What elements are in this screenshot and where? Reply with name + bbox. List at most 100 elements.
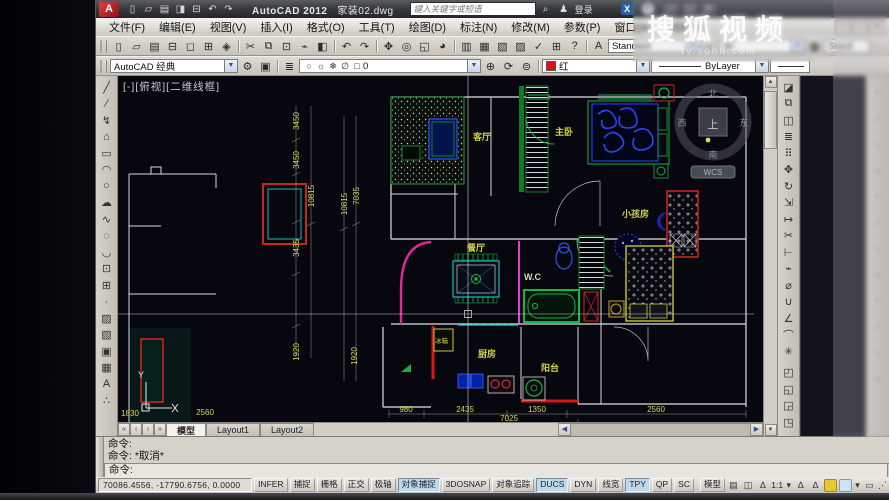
copy-clip-icon[interactable]: ⧉ (260, 39, 277, 54)
trim-icon[interactable]: ✂ (780, 228, 797, 245)
arc-icon[interactable]: ◠ (98, 162, 115, 179)
exchange-apps-icon[interactable]: X (621, 3, 634, 15)
docked-toolbar-icon[interactable]: ▫ (869, 80, 886, 106)
command-input[interactable]: 命令: (104, 464, 888, 478)
tab-layout1[interactable]: Layout1 (206, 423, 260, 436)
dim-style-combo[interactable]: 30 ▼ (719, 39, 805, 53)
ellipse-icon[interactable]: ◌ (98, 228, 115, 245)
pan-icon[interactable]: ✥ (380, 39, 397, 54)
mirror-icon[interactable]: ◫ (780, 112, 797, 129)
fillet-icon[interactable]: ⌒ (780, 327, 797, 344)
horizontal-scrollbar[interactable]: ◀ ▶ (558, 423, 763, 436)
toggle-polar[interactable]: 极轴 (371, 478, 396, 492)
chevron-down-icon[interactable]: ▼ (224, 60, 237, 72)
drawing-canvas[interactable]: [-][俯视][二维线框] (118, 76, 763, 422)
menu-modify[interactable]: 修改(M) (504, 19, 557, 35)
explode-icon[interactable]: ✳ (780, 343, 797, 360)
linetype-combo[interactable]: ByLayer ▼ (651, 59, 769, 73)
docked-toolbar-icon[interactable]: ▫ (869, 288, 886, 314)
plot-icon[interactable]: ⊟ (189, 2, 204, 16)
scrollbar-track[interactable] (571, 423, 750, 436)
menu-edit[interactable]: 编辑(E) (152, 19, 203, 35)
vertical-scrollbar[interactable]: ▲ ▼ (763, 76, 777, 436)
tab-prev-icon[interactable]: ‹ (130, 423, 142, 436)
gradient-icon[interactable]: ▧ (98, 327, 115, 344)
layer-combo[interactable]: ○ ☼ ❄ ∅ □ 0 ▼ (299, 59, 481, 73)
search-input[interactable] (410, 2, 536, 16)
make-layer-current-icon[interactable]: ⊕ (482, 59, 499, 74)
draworder-under-icon[interactable]: ◳ (780, 414, 797, 431)
tab-next-icon[interactable]: › (142, 423, 154, 436)
toggle-osnap[interactable]: 对象捕捉 (398, 478, 440, 492)
doc-restore-button[interactable]: □ (852, 20, 868, 34)
zoom-window-icon[interactable]: ◱ (416, 39, 433, 54)
open-file-icon[interactable]: ▱ (128, 39, 145, 54)
sheetset-icon[interactable]: ▨ (512, 39, 529, 54)
tab-first-icon[interactable]: « (118, 423, 130, 436)
menu-help[interactable]: 帮助(H) (661, 19, 712, 35)
help-icon[interactable]: ? (566, 39, 583, 54)
make-block-icon[interactable]: ⊞ (98, 277, 115, 294)
workspace-combo[interactable]: AutoCAD 经典 ▼ (110, 59, 238, 73)
doc-close-button[interactable]: ✕ (869, 20, 885, 34)
docked-toolbar-icon[interactable]: ▫ (869, 366, 886, 392)
command-window-grip[interactable] (96, 437, 104, 477)
multiline-text-icon[interactable]: A (98, 376, 115, 393)
layer-unlock-icon[interactable]: ∅ (339, 59, 351, 74)
layer-manager-icon[interactable]: ≣ (281, 59, 298, 74)
user-icon[interactable]: ♟ (556, 2, 572, 16)
clean-screen-icon[interactable]: ▭ (863, 479, 876, 491)
quick-view-drawings-icon[interactable]: ◫ (742, 479, 755, 491)
menu-parametric[interactable]: 参数(P) (557, 19, 608, 35)
cut-icon[interactable]: ✂ (242, 39, 259, 54)
docked-toolbar-icon[interactable]: ▫ (869, 210, 886, 236)
menu-dimension[interactable]: 标注(N) (453, 19, 504, 35)
stretch-icon[interactable]: ↦ (780, 211, 797, 228)
array-icon[interactable]: ⠿ (780, 145, 797, 162)
chevron-down-icon[interactable]: ▼ (791, 40, 804, 52)
plot-icon[interactable]: ⊟ (164, 39, 181, 54)
offset-icon[interactable]: ≣ (780, 129, 797, 146)
docked-toolbar-icon[interactable]: ▫ (869, 184, 886, 210)
annotation-scale-value[interactable]: 1:1 (771, 480, 783, 490)
redo-icon[interactable]: ↷ (221, 2, 236, 16)
annotation-visibility-icon[interactable]: ∆ (794, 479, 807, 491)
scrollbar-thumb[interactable] (764, 91, 777, 149)
new-file-icon[interactable]: ▯ (125, 2, 140, 16)
markup-icon[interactable]: ✓ (530, 39, 547, 54)
plot-preview-icon[interactable]: ◻ (182, 39, 199, 54)
polyline-icon[interactable]: ↯ (98, 112, 115, 129)
menu-draw[interactable]: 绘图(D) (402, 19, 453, 35)
menu-file[interactable]: 文件(F) (102, 19, 152, 35)
chevron-down-icon[interactable]: ▼ (636, 60, 649, 72)
maximize-button[interactable]: □ (681, 2, 699, 17)
menu-format[interactable]: 格式(O) (300, 19, 352, 35)
line-icon[interactable]: ╱ (98, 79, 115, 96)
toggle-3dosnap[interactable]: 3DOSNAP (442, 478, 491, 492)
tool-palettes-icon[interactable]: ▧ (494, 39, 511, 54)
menu-tools[interactable]: 工具(T) (352, 19, 402, 35)
scroll-left-icon[interactable]: ◀ (558, 423, 571, 436)
designcenter-icon[interactable]: ▦ (476, 39, 493, 54)
region-icon[interactable]: ▣ (98, 343, 115, 360)
construction-line-icon[interactable]: ⁄ (98, 96, 115, 113)
ellipse-arc-icon[interactable]: ◡ (98, 244, 115, 261)
layer-on-icon[interactable]: ○ (303, 59, 315, 74)
docked-toolbar-icon[interactable]: ▫ (869, 340, 886, 366)
layer-freeze-icon[interactable]: ❄ (327, 59, 339, 74)
match-properties-icon[interactable]: ⌁ (296, 39, 313, 54)
docked-toolbar-icon[interactable]: ▫ (869, 106, 886, 132)
menu-insert[interactable]: 插入(I) (253, 19, 299, 35)
rectangle-icon[interactable]: ▭ (98, 145, 115, 162)
table-style-icon[interactable]: ▦ (806, 39, 823, 54)
menu-view[interactable]: 视图(V) (203, 19, 254, 35)
polygon-icon[interactable]: ⌂ (98, 129, 115, 146)
close-button[interactable]: ✕ (700, 2, 718, 17)
properties-icon[interactable]: ▥ (458, 39, 475, 54)
tab-model[interactable]: 模型 (166, 423, 206, 436)
toggle-transparency[interactable]: TPY (625, 478, 650, 492)
scroll-up-icon[interactable]: ▲ (765, 76, 777, 88)
chamfer-icon[interactable]: ∠ (780, 310, 797, 327)
chevron-down-icon[interactable]: ▾ (854, 479, 861, 491)
toggle-quick-properties[interactable]: QP (652, 478, 672, 492)
